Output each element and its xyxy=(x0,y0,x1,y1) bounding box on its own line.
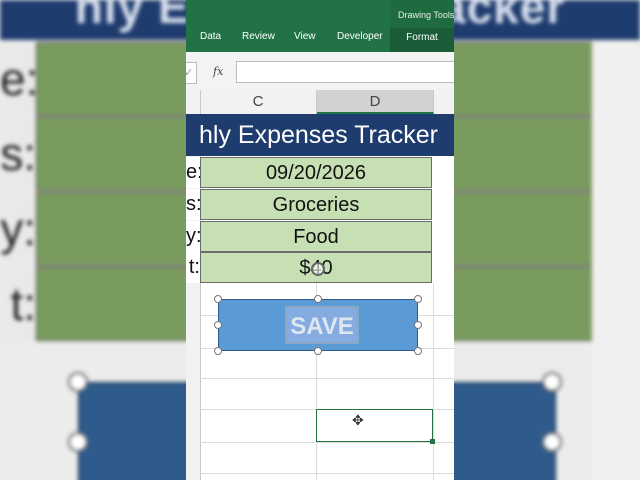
background-resize-handle xyxy=(68,432,88,452)
tab-developer[interactable]: Developer xyxy=(337,31,383,42)
column-header-c[interactable]: C xyxy=(200,90,317,114)
tracker-title[interactable]: hly Expenses Tracker xyxy=(186,114,454,156)
resize-handle[interactable] xyxy=(314,295,322,303)
row-label: s: xyxy=(186,189,200,220)
column-headers: C D xyxy=(186,90,454,115)
save-button[interactable]: SAVE xyxy=(218,299,418,351)
column-header-d[interactable]: D xyxy=(317,90,434,114)
resize-handle[interactable] xyxy=(214,321,222,329)
background-row-label: s: xyxy=(0,117,36,191)
tab-format[interactable]: Format xyxy=(390,28,454,52)
formula-bar: ✓ fx xyxy=(186,52,454,91)
tab-review[interactable]: Review xyxy=(242,31,275,42)
gridline xyxy=(200,442,454,443)
resize-handle[interactable] xyxy=(414,347,422,355)
background-row-label: y: xyxy=(0,192,36,266)
date-cell[interactable]: 09/20/2026 xyxy=(200,157,432,188)
ribbon: Data Review View Developer Drawing Tools… xyxy=(186,0,454,52)
selected-cell[interactable] xyxy=(316,409,435,444)
gridline xyxy=(433,283,434,480)
tab-view[interactable]: View xyxy=(294,31,316,42)
resize-handle[interactable] xyxy=(414,295,422,303)
row-label: y: xyxy=(186,221,200,252)
cell-cursor-icon: ✥ xyxy=(352,412,364,428)
category-cell[interactable]: Food xyxy=(200,221,432,252)
background-side-column xyxy=(592,40,640,480)
gridline xyxy=(200,473,454,474)
tab-data[interactable]: Data xyxy=(200,31,221,42)
excel-window: Data Review View Developer Drawing Tools… xyxy=(186,0,454,480)
resize-handle[interactable] xyxy=(414,321,422,329)
resize-handle[interactable] xyxy=(214,347,222,355)
drawing-tools-context: Drawing Tools Format xyxy=(390,0,454,52)
background-resize-handle xyxy=(542,432,562,452)
check-icon[interactable]: ✓ xyxy=(186,66,193,79)
background-row-label: e: xyxy=(0,42,36,116)
formula-input[interactable] xyxy=(236,61,454,83)
rotate-handle-icon[interactable] xyxy=(311,262,325,276)
insert-function-icon[interactable]: fx xyxy=(213,65,223,78)
gridline xyxy=(200,378,454,379)
drawing-tools-label: Drawing Tools xyxy=(398,10,454,20)
description-cell[interactable]: Groceries xyxy=(200,189,432,220)
background-resize-handle xyxy=(542,372,562,392)
resize-handle[interactable] xyxy=(314,347,322,355)
row-label: t: xyxy=(186,252,200,283)
column-header-b[interactable] xyxy=(186,90,201,114)
tracker-title-text: hly Expenses Tracker xyxy=(199,121,438,149)
background-row-label: t: xyxy=(0,267,36,341)
row-label: e: xyxy=(186,157,200,188)
resize-handle[interactable] xyxy=(214,295,222,303)
save-button-label[interactable]: SAVE xyxy=(285,306,359,344)
background-resize-handle xyxy=(68,372,88,392)
